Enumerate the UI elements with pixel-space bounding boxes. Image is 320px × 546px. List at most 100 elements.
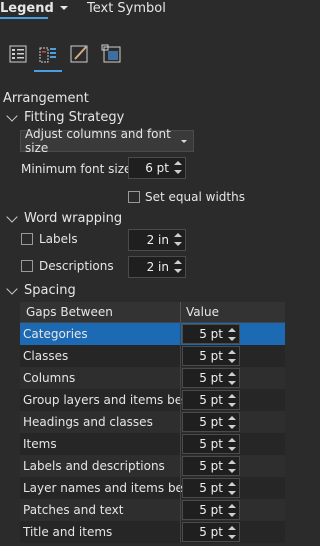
gap-name: Items — [23, 437, 57, 451]
word-wrapping-title: Word wrapping — [24, 211, 123, 226]
table-row[interactable]: Patches and text 5 pt — [20, 499, 285, 521]
tab-dropdown-icon[interactable] — [60, 6, 68, 10]
word-wrapping-header[interactable]: Word wrapping — [6, 211, 123, 226]
gap-value-stepper[interactable]: 5 pt — [182, 500, 240, 520]
gap-value: 5 pt — [199, 393, 223, 407]
gap-value: 5 pt — [199, 459, 223, 473]
wrap-descriptions-label: Descriptions — [39, 259, 114, 273]
spacing-header[interactable]: Spacing — [6, 283, 76, 298]
gap-value-stepper[interactable]: 5 pt — [182, 390, 240, 410]
spin-arrows-icon[interactable] — [228, 460, 236, 474]
table-row[interactable]: Labels and descriptions 5 pt — [20, 455, 285, 477]
gap-name: Categories — [23, 327, 88, 341]
gap-name: Columns — [23, 371, 76, 385]
cell-divider — [180, 477, 181, 499]
spin-arrows-icon[interactable] — [228, 504, 236, 518]
fitting-strategy-select[interactable]: Adjust columns and font size — [20, 127, 194, 155]
spin-arrows-icon[interactable] — [228, 328, 236, 342]
table-row[interactable]: Title and items 5 pt — [20, 521, 285, 543]
arrangement-heading: Arrangement — [3, 91, 89, 106]
dropdown-arrow-icon — [181, 140, 187, 143]
gap-value-stepper[interactable]: 5 pt — [182, 478, 240, 498]
table-header: Gaps Between Value — [20, 302, 285, 323]
spin-arrows-icon[interactable] — [174, 260, 182, 274]
gap-value: 5 pt — [199, 503, 223, 517]
arrangement-icon[interactable] — [34, 40, 62, 72]
gap-value: 5 pt — [199, 371, 223, 385]
spin-arrows-icon[interactable] — [228, 394, 236, 408]
placement-icon[interactable] — [98, 40, 126, 68]
chevron-down-icon — [6, 283, 18, 295]
min-font-size-label: Minimum font size — [21, 162, 132, 176]
wrap-descriptions-value: 2 in — [146, 260, 169, 274]
gap-value-stepper[interactable]: 5 pt — [182, 434, 240, 454]
wrap-descriptions-checkbox[interactable] — [21, 260, 33, 272]
tab-legend[interactable]: Legend — [0, 1, 54, 16]
column-header-gaps[interactable]: Gaps Between — [26, 305, 113, 319]
spin-arrows-icon[interactable] — [228, 438, 236, 452]
table-row[interactable]: Layer names and items below 5 pt — [20, 477, 285, 499]
spin-arrows-icon[interactable] — [228, 350, 236, 364]
spin-arrows-icon[interactable] — [174, 233, 182, 247]
gap-value: 5 pt — [199, 349, 223, 363]
display-icon[interactable] — [66, 40, 94, 68]
min-font-size-value: 6 pt — [145, 161, 169, 175]
wrap-labels-checkbox[interactable] — [21, 233, 33, 245]
cell-divider — [180, 521, 181, 543]
gap-value-stepper[interactable]: 5 pt — [182, 368, 240, 388]
spacing-title: Spacing — [24, 283, 76, 298]
gap-value: 5 pt — [199, 437, 223, 451]
chevron-down-icon — [6, 110, 18, 122]
cell-divider — [180, 433, 181, 455]
spin-arrows-icon[interactable] — [228, 416, 236, 430]
tab-text-symbol[interactable]: Text Symbol — [87, 1, 166, 16]
wrap-descriptions-stepper[interactable]: 2 in — [128, 256, 186, 278]
gap-value-stepper[interactable]: 5 pt — [182, 346, 240, 366]
gap-value: 5 pt — [199, 327, 223, 341]
spin-arrows-icon[interactable] — [228, 372, 236, 386]
table-row[interactable]: Columns 5 pt — [20, 367, 285, 389]
table-row[interactable]: Categories 5 pt — [20, 323, 285, 345]
gap-name: Layer names and items below — [23, 481, 204, 495]
gap-value-stepper[interactable]: 5 pt — [182, 522, 240, 542]
gap-value: 5 pt — [199, 415, 223, 429]
table-row[interactable]: Headings and classes 5 pt — [20, 411, 285, 433]
cell-divider — [180, 323, 181, 345]
spin-arrows-icon[interactable] — [174, 161, 182, 175]
wrap-labels-value: 2 in — [146, 233, 169, 247]
table-row[interactable]: Group layers and items below 5 pt — [20, 389, 285, 411]
spin-arrows-icon[interactable] — [228, 482, 236, 496]
equal-widths-checkbox[interactable] — [128, 191, 140, 203]
gap-name: Group layers and items below — [23, 393, 203, 407]
min-font-size-stepper[interactable]: 6 pt — [128, 157, 186, 179]
fitting-strategy-value: Adjust columns and font size — [25, 127, 171, 155]
gap-value-stepper[interactable]: 5 pt — [182, 456, 240, 476]
gap-name: Patches and text — [23, 503, 124, 517]
equal-widths-label: Set equal widths — [145, 190, 245, 204]
cell-divider — [180, 367, 181, 389]
gap-name: Headings and classes — [23, 415, 153, 429]
tab-strip: Legend Text Symbol — [0, 0, 287, 20]
gap-value: 5 pt — [199, 525, 223, 539]
gap-value-stepper[interactable]: 5 pt — [182, 324, 240, 344]
gap-value-stepper[interactable]: 5 pt — [182, 412, 240, 432]
gap-name: Title and items — [23, 525, 113, 539]
fitting-strategy-header[interactable]: Fitting Strategy — [6, 110, 125, 125]
table-row[interactable]: Classes 5 pt — [20, 345, 285, 367]
active-tab-indicator — [0, 17, 48, 19]
cell-divider — [180, 411, 181, 433]
cell-divider — [180, 389, 181, 411]
gap-value: 5 pt — [199, 481, 223, 495]
table-row[interactable]: Items 5 pt — [20, 433, 285, 455]
wrap-labels-stepper[interactable]: 2 in — [128, 229, 186, 251]
column-header-value[interactable]: Value — [186, 305, 219, 319]
gap-name: Labels and descriptions — [23, 459, 165, 473]
cell-divider — [180, 455, 181, 477]
spin-arrows-icon[interactable] — [228, 526, 236, 540]
gap-name: Classes — [23, 349, 69, 363]
cell-divider — [180, 345, 181, 367]
cell-divider — [180, 499, 181, 521]
legend-items-icon[interactable] — [4, 40, 32, 68]
column-divider[interactable] — [180, 302, 181, 322]
fitting-strategy-title: Fitting Strategy — [24, 110, 125, 125]
